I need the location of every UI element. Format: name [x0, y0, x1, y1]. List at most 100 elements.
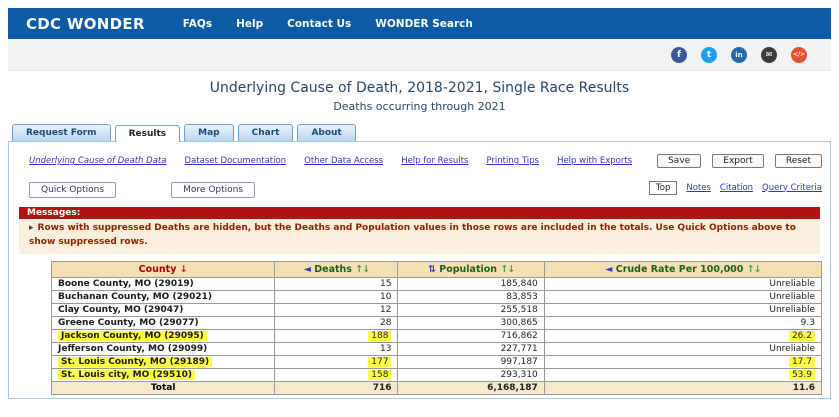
tab-strip: Request Form Results Map Chart About	[12, 124, 831, 141]
link-other-data-access[interactable]: Other Data Access	[304, 156, 383, 166]
deaths-header-label: Deaths	[314, 264, 352, 275]
column-header-deaths[interactable]: ◄ Deaths ↑↓	[275, 261, 398, 277]
link-help-with-exports[interactable]: Help with Exports	[557, 156, 632, 166]
action-buttons: Save Export Reset	[651, 148, 822, 168]
title-block: Underlying Cause of Death, 2018-2021, Si…	[0, 71, 839, 113]
email-icon[interactable]: ✉	[761, 47, 777, 63]
county-cell: Buchanan County, MO (29021)	[58, 292, 212, 302]
link-query-criteria[interactable]: Query Criteria	[762, 183, 822, 193]
top-nav-links: FAQs Help Contact Us WONDER Search	[183, 18, 473, 30]
table-header-row: County ↓ ◄ Deaths ↑↓ ⇅ Population ↑↓ ◄	[52, 261, 822, 277]
top-button[interactable]: Top	[649, 181, 677, 195]
link-printing-tips[interactable]: Printing Tips	[486, 156, 539, 166]
table-row: Greene County, MO (29077) 28 300,865 9.3	[52, 316, 822, 329]
social-bar: f t in ✉ </>	[8, 39, 831, 71]
nav-faqs[interactable]: FAQs	[183, 18, 212, 30]
quick-options-button[interactable]: Quick Options	[29, 182, 116, 198]
deaths-cell: 177	[368, 357, 391, 367]
deaths-cell: 12	[380, 305, 391, 315]
table-row: Buchanan County, MO (29021) 10 83,853 Un…	[52, 290, 822, 303]
crude-rate-cell: Unreliable	[769, 279, 815, 289]
crude-rate-cell: 26.2	[789, 331, 815, 341]
county-cell: Jackson County, MO (29095)	[58, 331, 207, 341]
save-button[interactable]: Save	[657, 154, 701, 168]
total-crude-rate: 11.6	[544, 381, 821, 394]
link-notes[interactable]: Notes	[686, 183, 711, 193]
move-column-icon[interactable]: ◄	[304, 264, 311, 275]
jump-links: Top Notes Citation Query Criteria	[649, 181, 822, 195]
link-dataset-documentation[interactable]: Dataset Documentation	[185, 156, 287, 166]
column-header-county[interactable]: County ↓	[52, 261, 275, 277]
column-header-population[interactable]: ⇅ Population ↑↓	[398, 261, 544, 277]
options-buttons: Quick Options More Options	[29, 177, 305, 198]
crude-rate-cell: 9.3	[801, 318, 815, 328]
messages-section: Messages: ▸Rows with suppressed Deaths a…	[19, 207, 820, 254]
table-row: St. Louis city, MO (29510) 158 293,310 5…	[52, 368, 822, 381]
tab-request-form[interactable]: Request Form	[12, 124, 111, 141]
table-row: Clay County, MO (29047) 12 255,518 Unrel…	[52, 303, 822, 316]
results-panel: Underlying Cause of Death Data Dataset D…	[8, 141, 831, 399]
total-deaths: 716	[275, 381, 398, 394]
county-cell: St. Louis city, MO (29510)	[58, 370, 195, 380]
tab-map[interactable]: Map	[184, 124, 233, 141]
tab-about[interactable]: About	[297, 124, 355, 141]
column-header-crude-rate[interactable]: ◄ Crude Rate Per 100,000 ↑↓	[544, 261, 821, 277]
swap-column-icon[interactable]: ⇅	[428, 264, 436, 275]
county-cell: Clay County, MO (29047)	[58, 305, 183, 315]
export-button[interactable]: Export	[712, 154, 763, 168]
options-row: Quick Options More Options Top Notes Cit…	[9, 168, 830, 198]
link-dataset-name[interactable]: Underlying Cause of Death Data	[29, 156, 166, 166]
syndicate-icon[interactable]: </>	[791, 47, 807, 63]
sort-descending-icon[interactable]: ↓	[180, 264, 188, 275]
message-text: Rows with suppressed Deaths are hidden, …	[29, 223, 796, 247]
cdc-wonder-page: CDC WONDER FAQs Help Contact Us WONDER S…	[0, 0, 839, 417]
top-nav-bar: CDC WONDER FAQs Help Contact Us WONDER S…	[8, 8, 831, 39]
tab-chart[interactable]: Chart	[238, 124, 294, 141]
county-cell: Jefferson County, MO (29099)	[58, 344, 207, 354]
results-table: County ↓ ◄ Deaths ↑↓ ⇅ Population ↑↓ ◄	[51, 261, 822, 395]
link-citation[interactable]: Citation	[720, 183, 753, 193]
linkedin-icon[interactable]: in	[731, 47, 747, 63]
total-population: 6,168,187	[398, 381, 544, 394]
twitter-icon[interactable]: t	[701, 47, 717, 63]
facebook-icon[interactable]: f	[671, 47, 687, 63]
population-cell: 997,187	[501, 357, 538, 367]
nav-help[interactable]: Help	[236, 18, 263, 30]
table-row: Jefferson County, MO (29099) 13 227,771 …	[52, 342, 822, 355]
sort-arrows-icon[interactable]: ↑↓	[747, 264, 761, 275]
crude-rate-cell: Unreliable	[769, 292, 815, 302]
sort-arrows-icon[interactable]: ↑↓	[355, 264, 369, 275]
table-row: St. Louis County, MO (29189) 177 997,187…	[52, 355, 822, 368]
doc-links: Underlying Cause of Death Data Dataset D…	[29, 148, 645, 167]
cdc-wonder-logo[interactable]: CDC WONDER	[26, 15, 145, 33]
crude-rate-header-label: Crude Rate Per 100,000	[616, 264, 744, 275]
crude-rate-cell: 17.7	[789, 357, 815, 367]
page-title: Underlying Cause of Death, 2018-2021, Si…	[0, 80, 839, 96]
sort-arrows-icon[interactable]: ↑↓	[500, 264, 514, 275]
total-label: Total	[52, 381, 275, 394]
link-help-for-results[interactable]: Help for Results	[401, 156, 468, 166]
deaths-cell: 13	[380, 344, 391, 354]
deaths-cell: 28	[380, 318, 391, 328]
table-row: Boone County, MO (29019) 15 185,840 Unre…	[52, 277, 822, 290]
county-cell: St. Louis County, MO (29189)	[58, 357, 212, 367]
more-options-button[interactable]: More Options	[171, 182, 255, 198]
population-cell: 83,853	[506, 292, 538, 302]
move-column-icon[interactable]: ◄	[605, 264, 612, 275]
county-cell: Greene County, MO (29077)	[58, 318, 199, 328]
tab-results[interactable]: Results	[115, 125, 181, 142]
reset-button[interactable]: Reset	[775, 154, 822, 168]
table-total-row: Total 716 6,168,187 11.6	[52, 381, 822, 394]
table-row: Jackson County, MO (29095) 188 716,862 2…	[52, 329, 822, 342]
population-cell: 185,840	[501, 279, 538, 289]
county-cell: Boone County, MO (29019)	[58, 279, 194, 289]
population-cell: 255,518	[501, 305, 538, 315]
population-cell: 227,771	[501, 344, 538, 354]
crude-rate-cell: Unreliable	[769, 305, 815, 315]
toolbar-row: Underlying Cause of Death Data Dataset D…	[9, 142, 830, 168]
messages-body: ▸Rows with suppressed Deaths are hidden,…	[19, 219, 820, 254]
deaths-cell: 158	[368, 370, 391, 380]
population-cell: 293,310	[501, 370, 538, 380]
nav-contact-us[interactable]: Contact Us	[287, 18, 351, 30]
nav-wonder-search[interactable]: WONDER Search	[375, 18, 473, 30]
